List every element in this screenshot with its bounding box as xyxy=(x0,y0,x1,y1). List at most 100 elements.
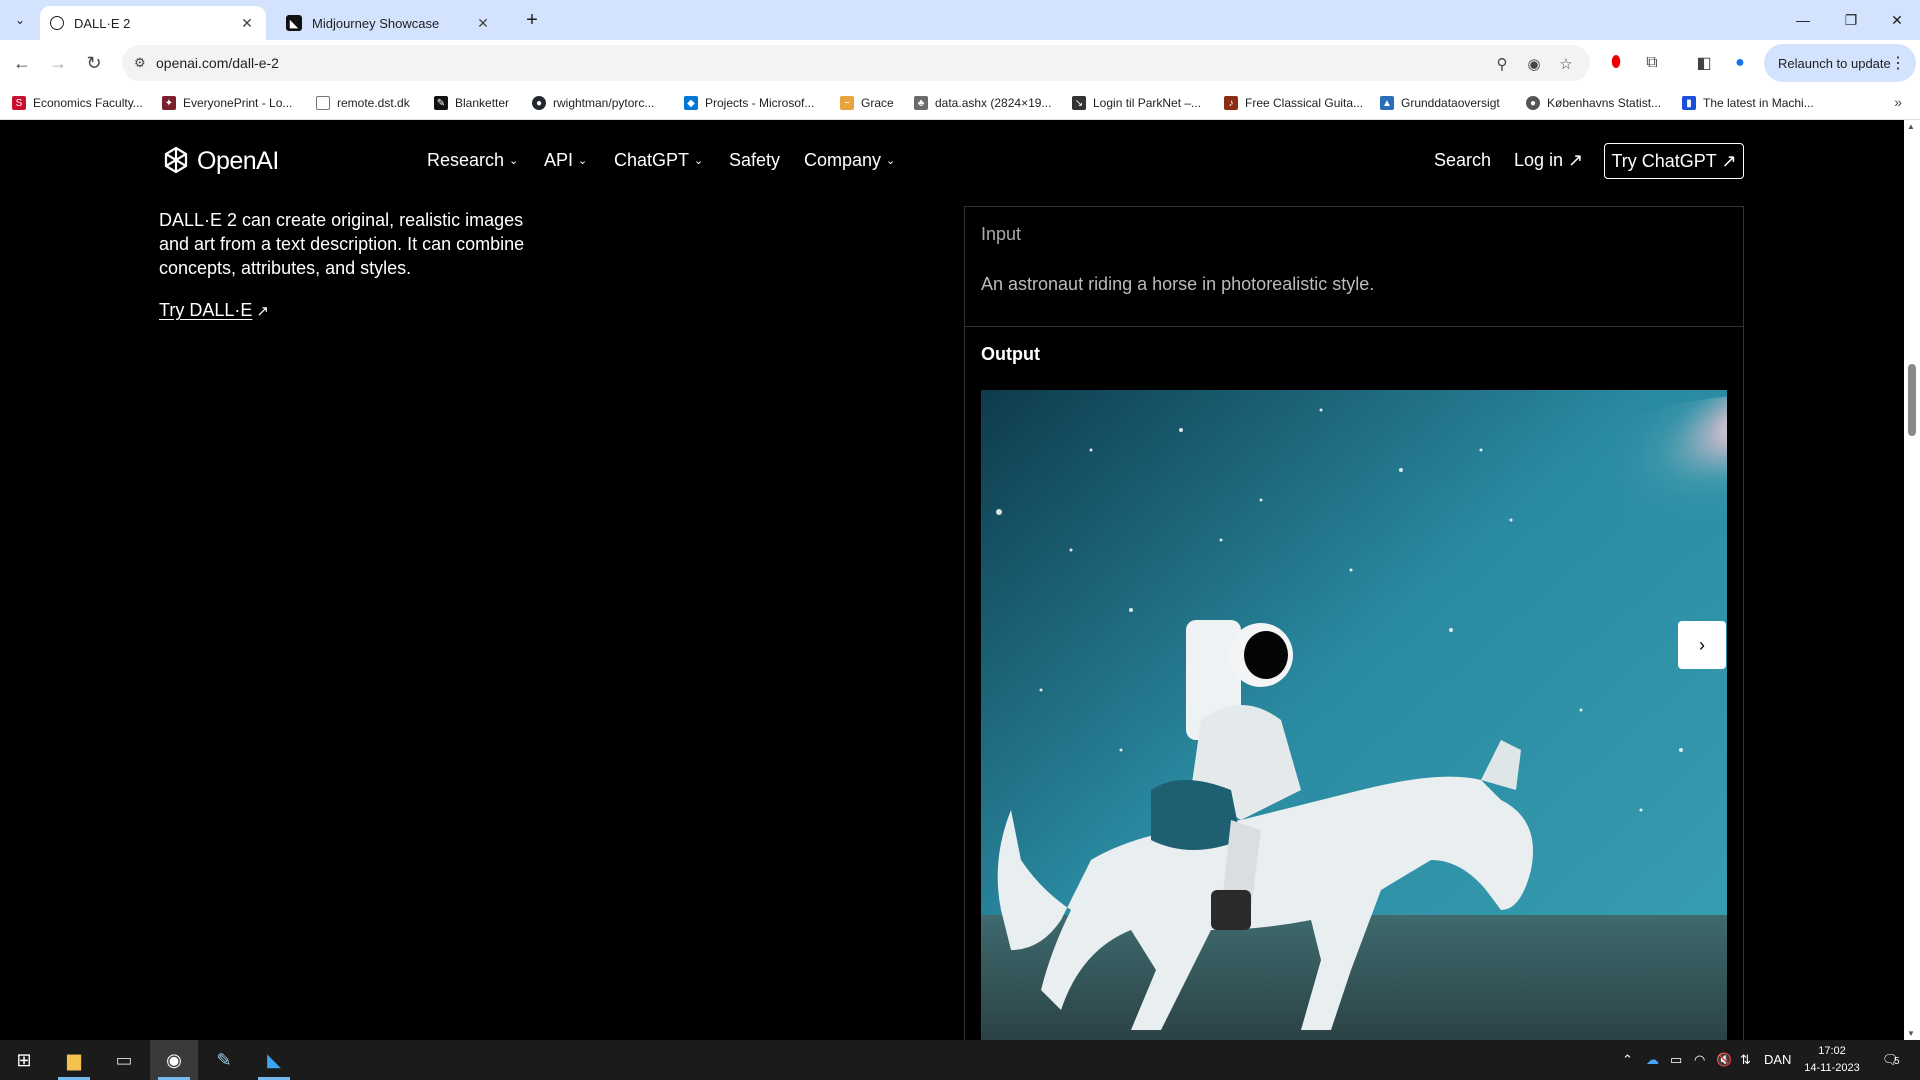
nav-login-link[interactable]: Log in ↗ xyxy=(1514,150,1583,171)
nav-chatgpt[interactable]: ChatGPT ⌄ xyxy=(614,150,703,171)
site-info-icon[interactable]: ⚙ xyxy=(134,55,146,71)
tab-strip: ⌄ DALL·E 2 ✕ ◣ Midjourney Showcase ✕ + —… xyxy=(0,0,1920,40)
bookmark-item[interactable]: ● rwightman/pytorc... xyxy=(532,92,654,114)
bookmark-favicon-icon: ♪ xyxy=(1224,96,1238,110)
output-image xyxy=(981,390,1727,1040)
bookmark-item[interactable]: ~ Grace xyxy=(840,92,894,114)
address-bar[interactable]: ⚙ openai.com/dall-e-2 ⚲ ◉ ☆ xyxy=(122,45,1590,81)
new-tab-plus-icon[interactable]: + xyxy=(520,8,544,32)
chevron-down-icon: ⌄ xyxy=(886,155,896,167)
nav-research[interactable]: Research ⌄ xyxy=(427,150,518,171)
chevron-down-icon: ⌄ xyxy=(578,155,588,167)
chevron-down-icon: ⌄ xyxy=(694,155,704,167)
input-heading: Input xyxy=(981,224,1022,244)
file-explorer-icon[interactable]: ▆ xyxy=(50,1040,98,1080)
bookmark-item[interactable]: ✎ Blanketter xyxy=(434,92,509,114)
bookmark-item[interactable]: ▲ Grunddataoversigt xyxy=(1380,92,1500,114)
next-slide-chevron-icon[interactable]: › xyxy=(1678,621,1726,669)
input-section: Input An astronaut riding a horse in pho… xyxy=(965,207,1743,327)
bookmark-favicon-icon: ~ xyxy=(840,96,854,110)
opera-extension-icon[interactable]: ⬮ xyxy=(1602,49,1630,77)
nav-company-label: Company xyxy=(804,150,882,170)
network-icon[interactable]: ◠ xyxy=(1694,1052,1705,1068)
url-text[interactable]: openai.com/dall-e-2 xyxy=(156,55,279,71)
nav-login-label: Log in ↗ xyxy=(1514,150,1584,170)
tab-midjourney[interactable]: ◣ Midjourney Showcase ✕ xyxy=(276,6,502,40)
extensions-puzzle-icon[interactable]: ⧉ xyxy=(1638,49,1666,77)
browser-toolbar: ← → ↻ ⚙ openai.com/dall-e-2 ⚲ ◉ ☆ ⬮ ⧉ ◧ … xyxy=(0,40,1920,86)
try-dalle-link[interactable]: Try DALL·E ↗ xyxy=(159,300,269,321)
nav-safety[interactable]: Safety xyxy=(729,150,780,171)
wifi-sync-icon[interactable]: ⇅ xyxy=(1740,1052,1751,1068)
bookmark-item[interactable]: S Economics Faculty... xyxy=(12,92,143,114)
more-bookmarks-chevron-icon[interactable]: » xyxy=(1894,94,1902,110)
github-icon: ● xyxy=(532,96,546,110)
relaunch-to-update-button[interactable]: Relaunch to update ⋮ xyxy=(1764,44,1916,82)
bookmark-item[interactable]: ♣ data.ashx (2824×19... xyxy=(914,92,1051,114)
bookmark-item[interactable]: ↘ Login til ParkNet –... xyxy=(1072,92,1201,114)
windows-start-icon[interactable]: ⊞ xyxy=(0,1040,48,1080)
bookmark-item[interactable]: ▮ The latest in Machi... xyxy=(1682,92,1814,114)
bookmark-star-icon[interactable]: ☆ xyxy=(1556,54,1576,74)
vscode-icon[interactable]: ◣ xyxy=(250,1040,298,1080)
scrollbar-thumb[interactable] xyxy=(1908,364,1916,436)
try-chatgpt-button[interactable]: Try ChatGPT ↗ xyxy=(1604,143,1744,179)
volume-muted-icon[interactable]: 🔇 xyxy=(1716,1052,1732,1068)
more-menu-icon[interactable]: ⋮ xyxy=(1890,53,1906,73)
battery-icon[interactable]: ▭ xyxy=(1670,1052,1682,1068)
bookmark-item[interactable]: ✦ EveryonePrint - Lo... xyxy=(162,92,292,114)
windows-taskbar: ⊞ ▆ ▭ ◉ ✎ ◣ ⌃ ☁ ▭ ◠ 🔇 ⇅ DAN 17:02 14-11-… xyxy=(0,1040,1920,1080)
bookmark-label: Grace xyxy=(861,96,894,110)
scroll-up-icon[interactable]: ▲ xyxy=(1907,122,1915,131)
midjourney-favicon-icon: ◣ xyxy=(286,15,302,31)
bookmark-item[interactable]: remote.dst.dk xyxy=(316,92,410,114)
bookmark-label: Free Classical Guita... xyxy=(1245,96,1364,110)
terminal-icon[interactable]: ▭ xyxy=(100,1040,148,1080)
minimize-icon[interactable]: — xyxy=(1780,0,1826,40)
side-panel-icon[interactable]: ◧ xyxy=(1690,49,1718,77)
restore-icon[interactable]: ❐ xyxy=(1828,0,1874,40)
close-window-icon[interactable]: ✕ xyxy=(1874,0,1920,40)
nav-api[interactable]: API ⌄ xyxy=(544,150,587,171)
bookmark-item[interactable]: ◆ Projects - Microsof... xyxy=(684,92,814,114)
bookmark-item[interactable]: ● Københavns Statist... xyxy=(1526,92,1661,114)
azure-devops-icon: ◆ xyxy=(684,96,698,110)
openai-knot-icon xyxy=(164,146,188,174)
tracking-eye-off-icon[interactable]: ◉ xyxy=(1524,54,1544,74)
prompt-text: An astronaut riding a horse in photoreal… xyxy=(981,274,1375,294)
profile-avatar-icon[interactable]: ● xyxy=(1726,49,1754,77)
chrome-icon[interactable]: ◉ xyxy=(150,1040,198,1080)
notification-count: 5 xyxy=(1894,1056,1900,1067)
bookmarks-bar: S Economics Faculty... ✦ EveryonePrint - L… xyxy=(0,86,1920,120)
tab-dalle[interactable]: DALL·E 2 ✕ xyxy=(40,6,266,40)
close-tab-icon[interactable]: ✕ xyxy=(238,14,256,32)
output-heading: Output xyxy=(981,344,1040,364)
search-icon[interactable]: ⚲ xyxy=(1492,54,1512,74)
bookmark-label: Københavns Statist... xyxy=(1547,96,1662,110)
nav-search-link[interactable]: Search xyxy=(1434,150,1491,171)
page-scrollbar[interactable]: ▲ ▼ xyxy=(1904,120,1920,1040)
bookmark-item[interactable]: ♪ Free Classical Guita... xyxy=(1224,92,1363,114)
openai-logo[interactable]: OpenAI xyxy=(159,144,279,178)
close-tab-icon[interactable]: ✕ xyxy=(474,14,492,32)
back-arrow-icon[interactable]: ← xyxy=(8,49,36,77)
forward-arrow-icon[interactable]: → xyxy=(44,49,72,77)
tab-title: DALL·E 2 xyxy=(74,15,131,31)
astronaut-horse-image xyxy=(981,390,1727,1040)
bookmark-favicon-icon: ↘ xyxy=(1072,96,1086,110)
notepad-icon[interactable]: ✎ xyxy=(200,1040,248,1080)
nav-company[interactable]: Company ⌄ xyxy=(804,150,895,171)
bookmark-label: EveryonePrint - Lo... xyxy=(183,96,293,110)
tab-search-chevron-icon[interactable]: ⌄ xyxy=(8,8,32,32)
bookmark-label: Blanketter xyxy=(455,96,510,110)
try-chatgpt-label: Try ChatGPT ↗ xyxy=(1611,150,1737,171)
bookmark-label: The latest in Machi... xyxy=(1703,96,1814,110)
scroll-down-icon[interactable]: ▼ xyxy=(1907,1029,1915,1038)
tray-chevron-up-icon[interactable]: ⌃ xyxy=(1622,1052,1633,1068)
language-indicator[interactable]: DAN xyxy=(1764,1052,1791,1067)
onedrive-cloud-icon[interactable]: ☁ xyxy=(1646,1052,1659,1068)
reload-icon[interactable]: ↻ xyxy=(80,49,108,77)
system-clock[interactable]: 17:02 14-11-2023 xyxy=(1800,1043,1864,1077)
bookmark-label: Login til ParkNet –... xyxy=(1093,96,1202,110)
nav-search-label: Search xyxy=(1434,150,1492,170)
